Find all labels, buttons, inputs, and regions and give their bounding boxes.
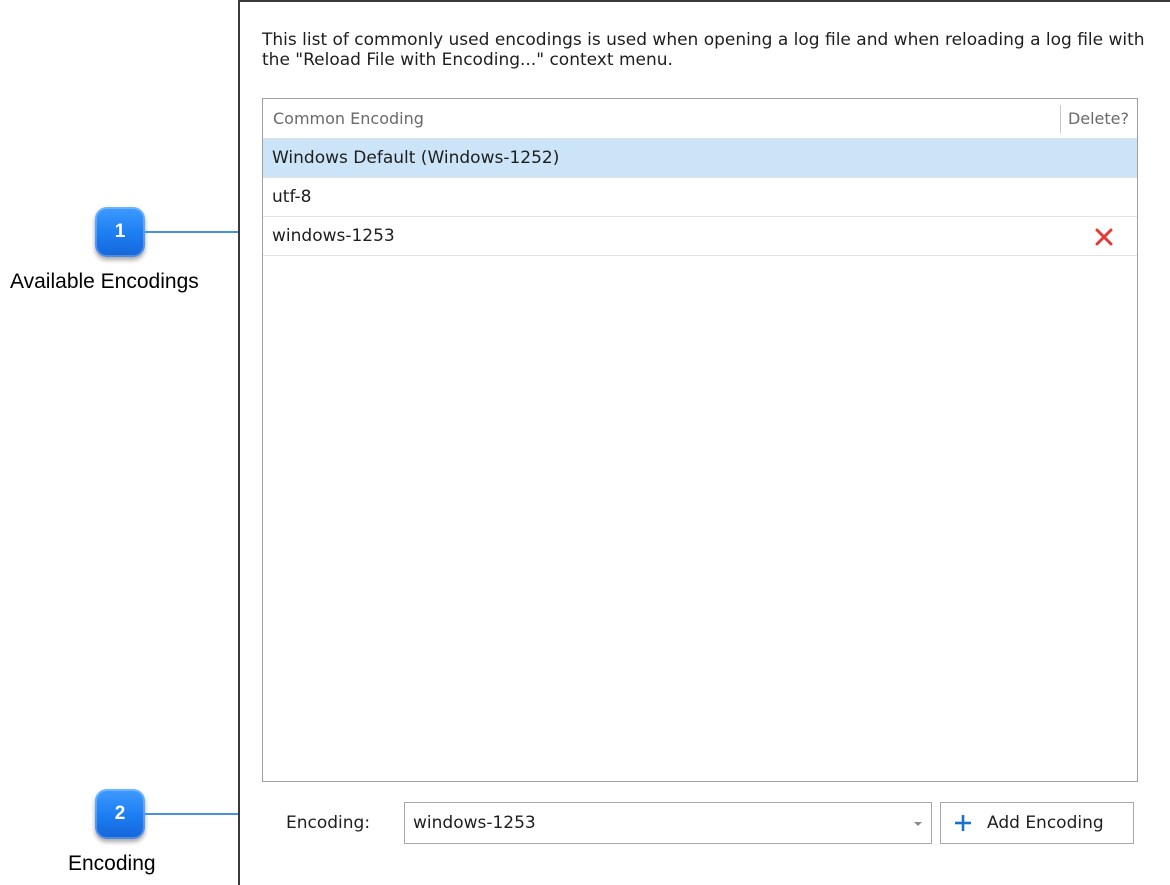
callout-badge-1: 1 [95, 207, 145, 257]
encoding-name: Windows Default (Windows-1252) [272, 148, 560, 168]
help-screenshot: 1 Available Encodings 2 Encoding This li… [0, 0, 1170, 885]
encoding-combobox[interactable]: windows-1253 [404, 802, 932, 844]
encodings-list[interactable]: Common Encoding Delete? Windows Default … [262, 98, 1138, 782]
list-item[interactable]: Windows Default (Windows-1252) [263, 139, 1137, 178]
encoding-label: Encoding: [286, 813, 371, 833]
description-text: This list of commonly used encodings is … [262, 30, 1145, 70]
delete-x-icon[interactable] [1095, 228, 1113, 246]
column-header-delete[interactable]: Delete? [1068, 109, 1129, 128]
encoding-name: windows-1253 [272, 226, 395, 246]
callout-label-2: Encoding [68, 852, 156, 875]
callout-line-2 [145, 813, 240, 815]
plus-icon [955, 815, 971, 831]
encodings-settings-panel: This list of commonly used encodings is … [238, 0, 1170, 885]
list-header: Common Encoding Delete? [263, 99, 1137, 139]
callout-label-1: Available Encodings [10, 270, 199, 293]
encoding-combobox-value: windows-1253 [413, 813, 536, 833]
encoding-name: utf-8 [272, 187, 312, 207]
column-divider[interactable] [1060, 105, 1061, 133]
column-header-common-encoding[interactable]: Common Encoding [273, 109, 424, 128]
list-item[interactable]: windows-1253 [263, 217, 1137, 256]
callout-line-1 [145, 231, 240, 233]
callout-badge-2: 2 [95, 789, 145, 839]
list-item[interactable]: utf-8 [263, 178, 1137, 217]
chevron-down-icon[interactable] [913, 820, 923, 828]
add-encoding-button[interactable]: Add Encoding [940, 802, 1134, 844]
add-encoding-label: Add Encoding [987, 813, 1104, 833]
